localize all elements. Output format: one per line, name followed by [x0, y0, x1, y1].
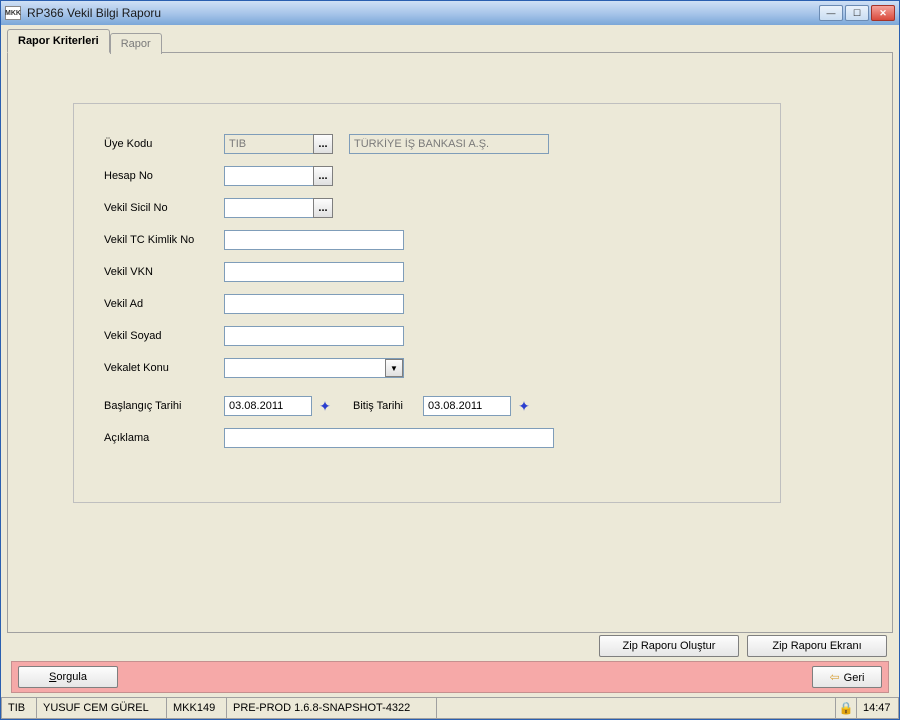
status-bar: TIB YUSUF CEM GÜREL MKK149 PRE-PROD 1.6.…	[1, 697, 899, 719]
tab-strip: Rapor Kriterleri Rapor	[7, 29, 893, 53]
zip-create-button[interactable]: Zip Raporu Oluştur	[599, 635, 739, 657]
hesap-no-lookup-button[interactable]: ...	[313, 166, 333, 186]
geri-button[interactable]: ⇦ Geri	[812, 666, 882, 688]
status-user: YUSUF CEM GÜREL	[37, 698, 167, 719]
status-terminal: MKK149	[167, 698, 227, 719]
vekil-sicil-no-lookup-button[interactable]: ...	[313, 198, 333, 218]
label-vekil-soyad: Vekil Soyad	[104, 330, 224, 342]
status-spacer	[437, 698, 835, 719]
zip-screen-button[interactable]: Zip Raporu Ekranı	[747, 635, 887, 657]
zip-toolbar: Zip Raporu Oluştur Zip Raporu Ekranı	[7, 633, 893, 659]
vekalet-konu-input[interactable]	[224, 358, 404, 378]
baslangic-tarihi-calendar-icon[interactable]: ✦	[315, 396, 335, 416]
tab-report[interactable]: Rapor	[110, 33, 162, 54]
bitis-tarihi-input[interactable]	[423, 396, 511, 416]
status-code: TIB	[1, 698, 37, 719]
client-area: Rapor Kriterleri Rapor Üye Kodu ... Hesa…	[1, 25, 899, 697]
titlebar: MKK RP366 Vekil Bilgi Raporu — ☐ ✕	[1, 1, 899, 25]
vekil-ad-input[interactable]	[224, 294, 404, 314]
label-vekil-sicil-no: Vekil Sicil No	[104, 202, 224, 214]
label-aciklama: Açıklama	[104, 432, 224, 444]
uye-kodu-lookup-button[interactable]: ...	[313, 134, 333, 154]
hesap-no-input[interactable]	[224, 166, 314, 186]
tab-panel-criteria: Üye Kodu ... Hesap No ... Vekil Sicil No…	[7, 52, 893, 633]
minimize-button[interactable]: —	[819, 5, 843, 21]
chevron-down-icon[interactable]: ▼	[385, 359, 403, 377]
arrow-left-icon: ⇦	[830, 670, 840, 684]
tab-criteria[interactable]: Rapor Kriterleri	[7, 29, 110, 53]
window-title: RP366 Vekil Bilgi Raporu	[27, 6, 819, 20]
vekil-sicil-no-input[interactable]	[224, 198, 314, 218]
status-clock: 14:47	[857, 698, 899, 719]
vekil-soyad-input[interactable]	[224, 326, 404, 346]
lock-icon: 🔒	[835, 698, 857, 719]
maximize-button[interactable]: ☐	[845, 5, 869, 21]
label-uye-kodu: Üye Kodu	[104, 138, 224, 150]
uye-kodu-input[interactable]	[224, 134, 314, 154]
geri-button-label: Geri	[844, 672, 865, 684]
action-bar: Sorgula ⇦ Geri	[11, 661, 889, 693]
bitis-tarihi-calendar-icon[interactable]: ✦	[514, 396, 534, 416]
window-buttons: — ☐ ✕	[819, 5, 895, 21]
baslangic-tarihi-input[interactable]	[224, 396, 312, 416]
label-vekil-tc: Vekil TC Kimlik No	[104, 234, 224, 246]
aciklama-input[interactable]	[224, 428, 554, 448]
app-icon: MKK	[5, 6, 21, 20]
sorgula-button[interactable]: Sorgula	[18, 666, 118, 688]
label-hesap-no: Hesap No	[104, 170, 224, 182]
close-button[interactable]: ✕	[871, 5, 895, 21]
label-baslangic-tarihi: Başlangıç Tarihi	[104, 400, 224, 412]
app-window: MKK RP366 Vekil Bilgi Raporu — ☐ ✕ Rapor…	[0, 0, 900, 720]
vekil-vkn-input[interactable]	[224, 262, 404, 282]
label-vekil-ad: Vekil Ad	[104, 298, 224, 310]
vekalet-konu-combo[interactable]: ▼	[224, 358, 404, 378]
label-vekil-vkn: Vekil VKN	[104, 266, 224, 278]
uye-adi-display	[349, 134, 549, 154]
label-bitis-tarihi: Bitiş Tarihi	[353, 400, 423, 412]
criteria-frame: Üye Kodu ... Hesap No ... Vekil Sicil No…	[73, 103, 781, 503]
label-vekalet-konu: Vekalet Konu	[104, 362, 224, 374]
vekil-tc-input[interactable]	[224, 230, 404, 250]
status-version: PRE-PROD 1.6.8-SNAPSHOT-4322	[227, 698, 437, 719]
